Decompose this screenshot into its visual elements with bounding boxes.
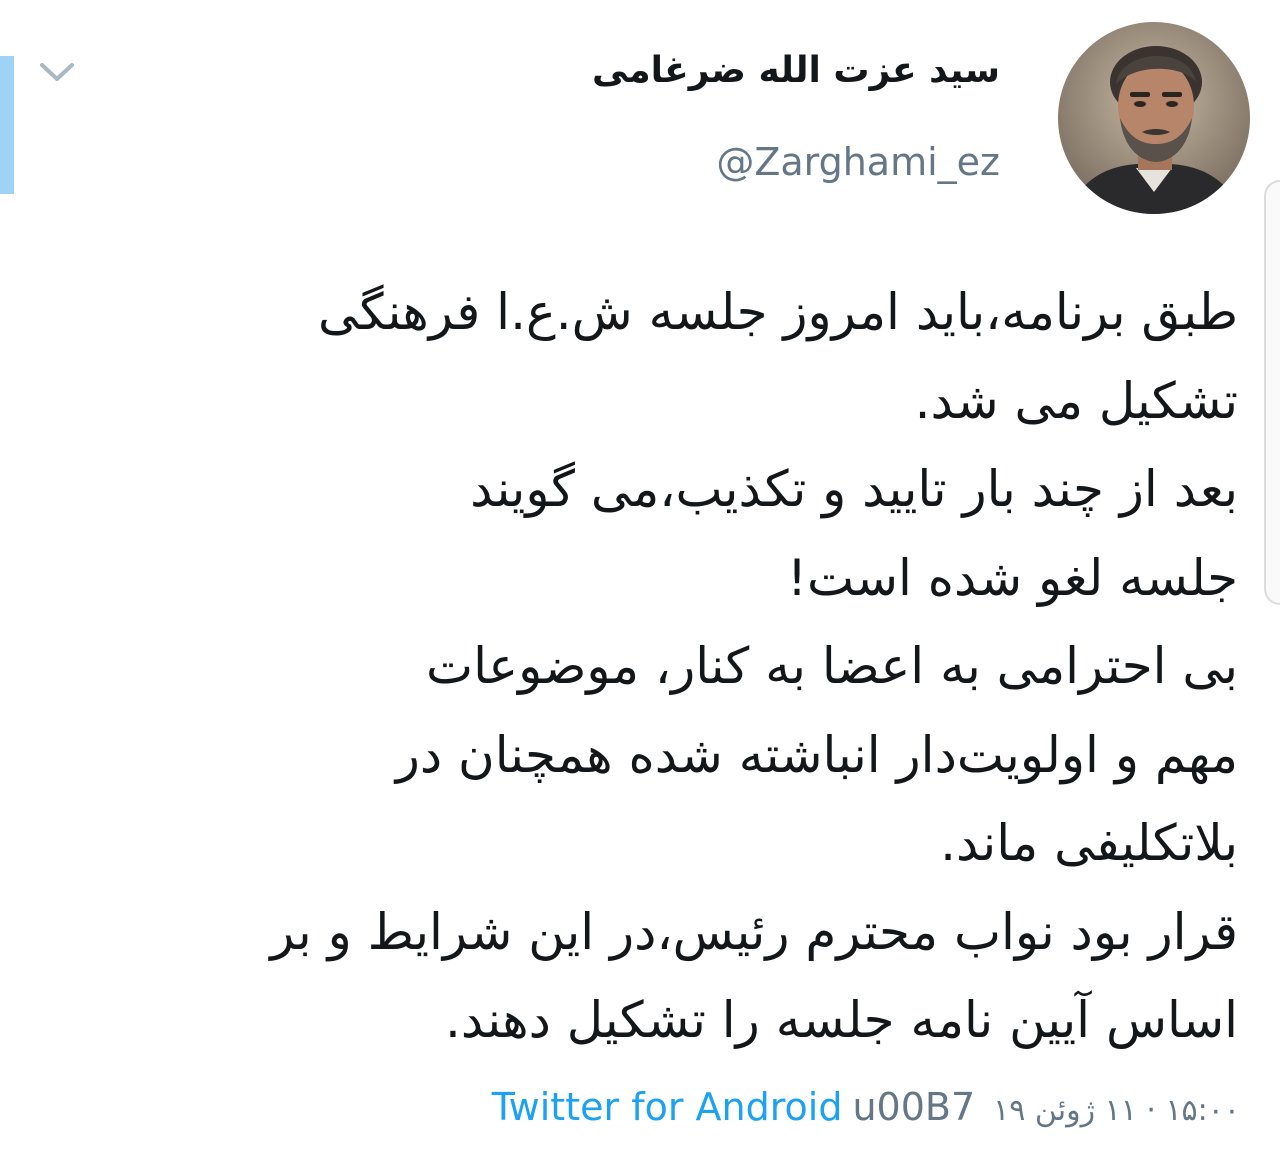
tweet-meta: Twitter for Android u00B7 ۱۵:۰۰ · ۱۱ ژوئ… — [492, 1082, 1240, 1136]
tweet-text-line: طبق برنامه،باید امروز جلسه ش.ع.ا فرهنگی — [318, 283, 1238, 341]
tweet-text-line: تشکیل می شد. — [914, 371, 1238, 430]
tweet-text: طبق برنامه،باید امروز جلسه ش.ع.ا فرهنگی … — [48, 268, 1238, 1065]
thread-accent-bar — [0, 56, 14, 194]
tweet-text-line: بعد از چند بار تایید و تکذیب،می گویند — [470, 460, 1238, 518]
separator-text: u00B7 — [852, 1085, 976, 1129]
author-handle[interactable]: @Zarghami_ez — [716, 140, 1000, 184]
avatar[interactable] — [1058, 22, 1250, 214]
tweet-text-line: بلاتکلیفی ماند. — [940, 814, 1238, 872]
chevron-down-icon[interactable] — [38, 58, 76, 86]
tweet-text-line: قرار بود نواب محترم رئیس،در این شرایط و … — [270, 902, 1238, 961]
tweet-text-line: بی احترامی به اعضا به کنار، موضوعات — [426, 637, 1238, 695]
source-link[interactable]: Twitter for Android — [492, 1082, 843, 1132]
tweet-timestamp[interactable]: ۱۵:۰۰ · ۱۱ ژوئن ۱۹ — [993, 1086, 1240, 1136]
tweet-text-line: مهم و اولویت‌دار انباشته شده همچنان در — [395, 725, 1238, 784]
scroll-edge[interactable] — [1264, 180, 1280, 605]
tweet-card: سید عزت الله ضرغامی @Zarghami_ez طبق برن… — [0, 0, 1280, 1175]
tweet-text-line: اساس آیین نامه جلسه را تشکیل دهند. — [445, 991, 1238, 1049]
author-display-name[interactable]: سید عزت الله ضرغامی — [592, 50, 1000, 91]
tweet-text-line: جلسه لغو شده است! — [786, 548, 1238, 607]
